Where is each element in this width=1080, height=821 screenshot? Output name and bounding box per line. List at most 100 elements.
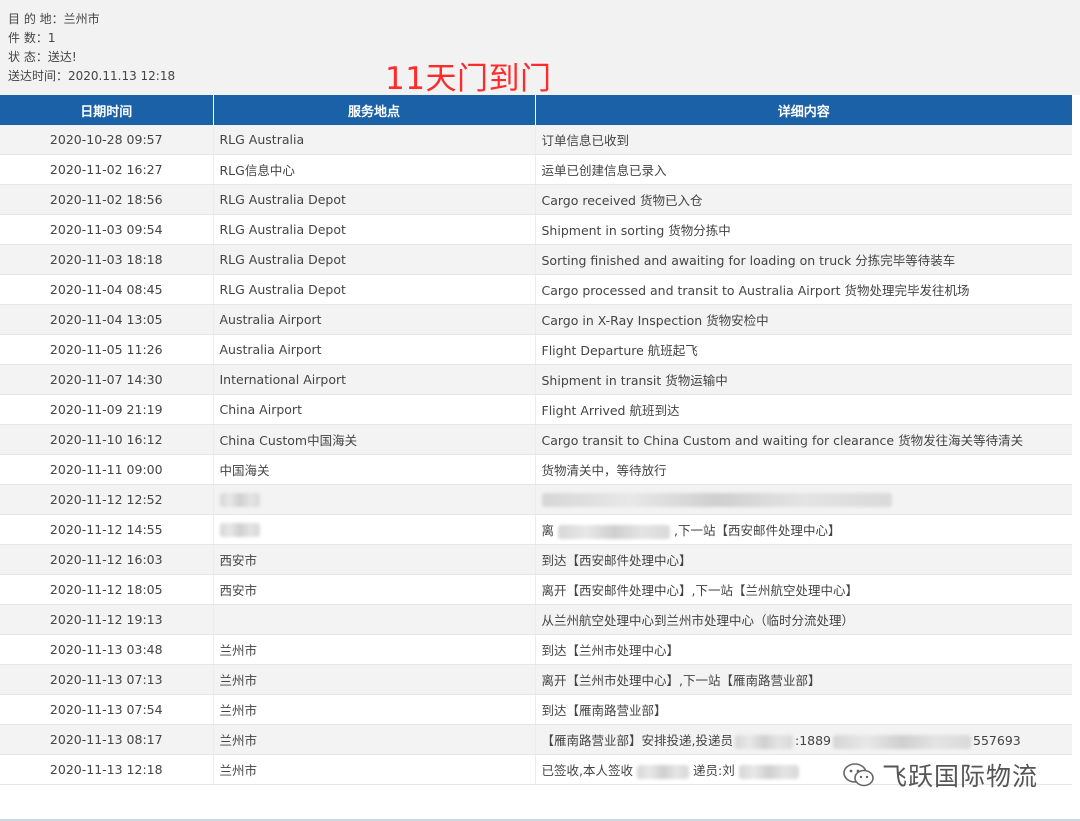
- row-time: 2020-11-13 07:13: [0, 664, 214, 695]
- table-row: 2020-11-13 07:54 兰州市 到达【雁南路营业部】: [0, 694, 1072, 725]
- table-row: 2020-11-07 14:30 International Airport S…: [0, 364, 1072, 395]
- row-detail: 到达【雁南路营业部】: [535, 694, 1072, 725]
- row-time: 2020-11-12 16:03: [0, 544, 214, 575]
- row-time: 2020-11-12 19:13: [0, 604, 214, 635]
- redacted-courier: [738, 764, 799, 779]
- row-time: 2020-11-09 21:19: [0, 394, 214, 425]
- redacted-location: [219, 523, 260, 538]
- redacted-phone: [833, 734, 972, 749]
- detail-prefix: 【雁南路营业部】安排投递,投递员: [541, 733, 733, 748]
- table-row: 2020-11-03 09:54 RLG Australia Depot Shi…: [0, 214, 1072, 245]
- row-detail: 离 ,下一站【西安邮件处理中心】: [535, 514, 1072, 545]
- row-time: 2020-11-11 09:00: [0, 454, 214, 485]
- row-time: 2020-11-02 16:27: [0, 154, 214, 185]
- table-row: 2020-11-09 21:19 China Airport Flight Ar…: [0, 394, 1072, 425]
- row-time: 2020-11-04 08:45: [0, 274, 214, 305]
- redacted-detail: [636, 764, 689, 779]
- row-detail: 运单已创建信息已录入: [535, 154, 1072, 185]
- row-detail: Flight Arrived 航班到达: [535, 394, 1072, 425]
- row-location: RLG Australia Depot: [213, 184, 536, 215]
- row-time: 2020-11-12 14:55: [0, 514, 214, 545]
- row-location: [213, 514, 536, 545]
- table-header-row: 日期时间 服务地点 详细内容: [0, 95, 1072, 125]
- table-row: 2020-11-12 14:55 离 ,下一站【西安邮件处理中心】: [0, 514, 1072, 545]
- row-location: 兰州市: [213, 634, 536, 665]
- detail-phone-suffix: 557693: [973, 733, 1021, 748]
- row-detail: Cargo received 货物已入仓: [535, 184, 1072, 215]
- status-text: 状 态：送达!: [8, 50, 77, 64]
- table-row: 2020-11-04 13:05 Australia Airport Cargo…: [0, 304, 1072, 335]
- pieces-text: 件 数：1: [8, 31, 56, 45]
- row-time: 2020-11-02 18:56: [0, 184, 214, 215]
- redacted-detail: [734, 734, 793, 749]
- table-row: 2020-11-02 16:27 RLG信息中心 运单已创建信息已录入: [0, 154, 1072, 185]
- tracking-table: 日期时间 服务地点 详细内容 2020-10-28 09:57 RLG Aust…: [0, 95, 1072, 785]
- table-row: 2020-11-13 07:13 兰州市 离开【兰州市处理中心】,下一站【雁南路…: [0, 664, 1072, 695]
- delivery-duration-headline: 11天门到门: [385, 61, 552, 97]
- row-time: 2020-11-12 12:52: [0, 484, 214, 515]
- table-row: 2020-11-04 08:45 RLG Australia Depot Car…: [0, 274, 1072, 305]
- row-detail: 到达【西安邮件处理中心】: [535, 544, 1072, 575]
- redacted-detail: [558, 524, 671, 539]
- row-time: 2020-11-05 11:26: [0, 334, 214, 365]
- table-row: 2020-11-10 16:12 China Custom中国海关 Cargo …: [0, 424, 1072, 455]
- row-location: 西安市: [213, 574, 536, 605]
- row-time: 2020-11-12 18:05: [0, 574, 214, 605]
- row-location: RLG信息中心: [213, 154, 536, 185]
- row-time: 2020-11-07 14:30: [0, 364, 214, 395]
- table-row: 2020-11-02 18:56 RLG Australia Depot Car…: [0, 184, 1072, 215]
- row-location: China Custom中国海关: [213, 424, 536, 455]
- row-detail: Cargo in X-Ray Inspection 货物安检中: [535, 304, 1072, 335]
- row-location: 西安市: [213, 544, 536, 575]
- header-detail: 详细内容: [535, 95, 1072, 125]
- table-row: 2020-11-12 16:03 西安市 到达【西安邮件处理中心】: [0, 544, 1072, 575]
- table-row: 2020-11-05 11:26 Australia Airport Fligh…: [0, 334, 1072, 365]
- row-detail: Cargo processed and transit to Australia…: [535, 274, 1072, 305]
- row-detail: 从兰州航空处理中心到兰州市处理中心（临时分流处理）: [535, 604, 1072, 635]
- row-location: Australia Airport: [213, 304, 536, 335]
- wechat-icon: [843, 763, 874, 787]
- row-time: 2020-11-13 03:48: [0, 634, 214, 665]
- row-location: Australia Airport: [213, 334, 536, 365]
- row-detail: Cargo transit to China Custom and waitin…: [535, 424, 1072, 455]
- detail-prefix: 离: [541, 523, 555, 538]
- row-location: China Airport: [213, 394, 536, 425]
- row-time: 2020-11-13 12:18: [0, 754, 214, 785]
- row-time: 2020-11-04 13:05: [0, 304, 214, 335]
- detail-phone-prefix: :1889: [794, 733, 832, 748]
- table-row: 2020-11-13 08:17 兰州市 【雁南路营业部】安排投递,投递员 :18…: [0, 724, 1072, 755]
- row-detail: 订单信息已收到: [535, 125, 1072, 155]
- row-location: [213, 604, 536, 635]
- destination-text: 目 的 地：兰州市: [8, 12, 100, 26]
- row-location: 兰州市: [213, 754, 536, 785]
- row-detail: Sorting finished and awaiting for loadin…: [535, 244, 1072, 275]
- row-detail: 到达【兰州市处理中心】: [535, 634, 1072, 665]
- row-detail: [535, 484, 1072, 515]
- watermark-text: 飞跃国际物流: [882, 762, 1039, 791]
- header-location: 服务地点: [213, 95, 536, 125]
- row-location: 中国海关: [213, 454, 536, 485]
- watermark: 飞跃国际物流: [842, 757, 1038, 793]
- row-location: 兰州市: [213, 664, 536, 695]
- row-time: 2020-11-13 07:54: [0, 694, 214, 725]
- row-detail: Shipment in sorting 货物分拣中: [535, 214, 1072, 245]
- tracking-summary: 目 的 地：兰州市 件 数：1 状 态：送达! 送达时间：2020.11.13 …: [0, 0, 1080, 97]
- row-location: 兰州市: [213, 694, 536, 725]
- row-time: 2020-11-10 16:12: [0, 424, 214, 455]
- row-location: RLG Australia Depot: [213, 274, 536, 305]
- row-detail: Flight Departure 航班起飞: [535, 334, 1072, 365]
- row-location: RLG Australia: [213, 125, 536, 155]
- row-location: [213, 484, 536, 515]
- table-row: 2020-11-03 18:18 RLG Australia Depot Sor…: [0, 244, 1072, 275]
- row-time: 2020-11-13 08:17: [0, 724, 214, 755]
- table-row: 2020-11-13 03:48 兰州市 到达【兰州市处理中心】: [0, 634, 1072, 665]
- row-time: 2020-11-03 18:18: [0, 244, 214, 275]
- row-location: RLG Australia Depot: [213, 244, 536, 275]
- row-location: 兰州市: [213, 724, 536, 755]
- row-detail: 货物清关中，等待放行: [535, 454, 1072, 485]
- delivered-time-text: 送达时间：2020.11.13 12:18: [8, 69, 176, 83]
- redacted-detail: [541, 493, 892, 508]
- row-detail: 离开【兰州市处理中心】,下一站【雁南路营业部】: [535, 664, 1072, 695]
- detail-prefix: 已签收,本人签收: [541, 763, 633, 778]
- row-time: 2020-11-03 09:54: [0, 214, 214, 245]
